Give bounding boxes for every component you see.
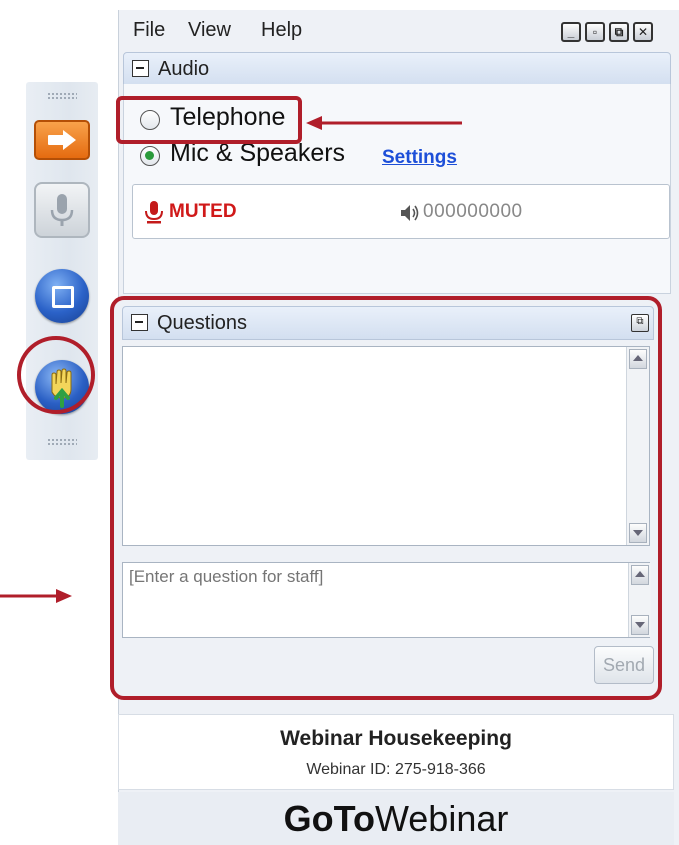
arrow-to-telephone (306, 116, 462, 130)
brand-bar: GoToWebinar (118, 792, 674, 845)
arrow-to-questions (0, 589, 72, 603)
webinar-info: Webinar Housekeeping Webinar ID: 275-918… (118, 714, 674, 790)
gotowebinar-logo: GoToWebinar (283, 798, 509, 839)
webinar-id: Webinar ID: 275-918-366 (306, 761, 486, 778)
webinar-title: Webinar Housekeeping (280, 727, 512, 750)
